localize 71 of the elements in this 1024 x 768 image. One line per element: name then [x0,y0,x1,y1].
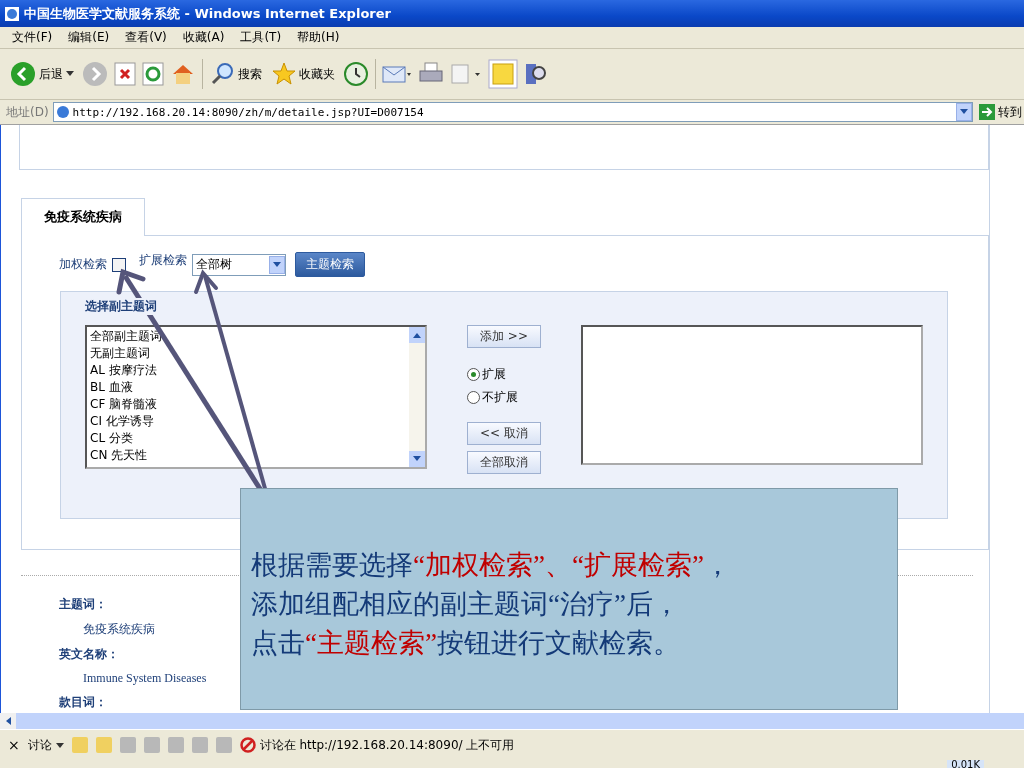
expand-search-label: 扩展检索 [139,252,187,269]
discussion-menu[interactable]: 讨论 [27,736,64,754]
favorites-button[interactable]: 收藏夹 [270,60,337,88]
note-icon[interactable] [143,737,160,753]
add-button[interactable]: 添加 >> [467,325,541,348]
note-icon[interactable] [167,737,184,753]
scroll-left-icon[interactable] [0,713,16,729]
star-icon [272,62,296,86]
field-label: 主题词： [59,596,107,613]
search-icon [211,62,235,86]
arrow-icon [979,104,995,120]
subject-search-button[interactable]: 主题检索 [295,252,365,277]
caret-icon [55,742,64,749]
document-icon[interactable] [450,62,482,86]
menu-item[interactable]: 帮助(H) [291,28,346,47]
list-item[interactable]: 无副主题词 [90,345,406,362]
radio-button[interactable] [467,368,480,381]
back-button[interactable]: 后退 [8,59,76,89]
forward-icon[interactable] [82,61,108,87]
dropdown-icon[interactable] [956,103,972,121]
status-message: 讨论在 http://192.168.20.14:8090/ 上不可用 [259,736,515,754]
address-label: 地址(D) [6,103,49,121]
weighted-search-label: 加权检索 [59,256,107,273]
window-title: 中国生物医学文献服务系统 - Windows Internet Explorer [24,4,391,23]
field-value: Immune System Diseases [82,671,207,686]
remove-button[interactable]: << 取消 [467,422,541,445]
prohibited-icon [239,737,256,753]
page-icon [4,5,20,22]
list-item[interactable]: AL 按摩疗法 [90,362,406,379]
menu-item[interactable]: 编辑(E) [62,28,116,47]
checkbox[interactable] [112,257,126,272]
menu-item[interactable]: 文件(F) [6,28,59,47]
field-label: 款目词： [59,694,107,711]
callout-text: 根据需要选择“加权检索”、“扩展检索”， 添加组配相应的副主题词“治疗”后， 点击“主题检索”按钮进行文献检索。 [251,548,731,660]
go-button[interactable]: 转到 [977,103,1024,121]
radio-label: 不扩展 [482,389,518,406]
menu-item[interactable]: 查看(V) [119,28,173,47]
list-item[interactable]: CF 脑脊髓液 [90,396,406,413]
note-icon[interactable] [119,737,136,753]
network-speed: 0.01K [947,760,984,768]
radio-button[interactable] [467,391,480,404]
menu-item[interactable]: 工具(T) [234,28,288,47]
list-item[interactable]: CL 分类 [90,430,406,447]
list-item[interactable]: BL 血液 [90,379,406,396]
list-item[interactable]: CN 先天性 [90,447,406,464]
note-icon[interactable] [488,59,518,89]
history-icon[interactable] [343,61,369,87]
scroll-down-icon[interactable] [409,451,425,467]
stop-icon[interactable] [114,62,136,86]
field-value: 免疫系统疾病 [82,621,155,638]
address-field[interactable]: http://192.168.20.14:8090/zh/m/detaile.jsp?UI=D007154 [52,102,973,122]
field-label: 英文名称： [59,646,119,663]
remove-all-button[interactable]: 全部取消 [467,451,541,474]
refresh-icon[interactable] [142,62,164,86]
dropdown-icon[interactable] [269,255,285,274]
magnifier-book-icon[interactable] [524,61,548,87]
note-icon[interactable] [191,737,208,753]
page-icon [55,105,70,119]
panel-icon[interactable] [215,737,232,753]
tree-dropdown[interactable]: 全部树 [192,253,286,276]
caret-icon [66,71,74,77]
radio-label: 扩展 [482,366,506,383]
menu-item[interactable]: 收藏(A) [176,28,231,47]
scroll-up-icon[interactable] [409,327,425,343]
close-button[interactable]: × [8,737,20,753]
panel-title: 选择副主题词 [85,298,157,315]
tab[interactable]: 免疫系统疾病 [21,198,145,236]
horizontal-scrollbar[interactable] [0,713,1024,729]
search-button[interactable]: 搜索 [209,60,264,88]
selected-list[interactable] [581,325,923,465]
list-item[interactable]: CI 化学诱导 [90,413,406,430]
